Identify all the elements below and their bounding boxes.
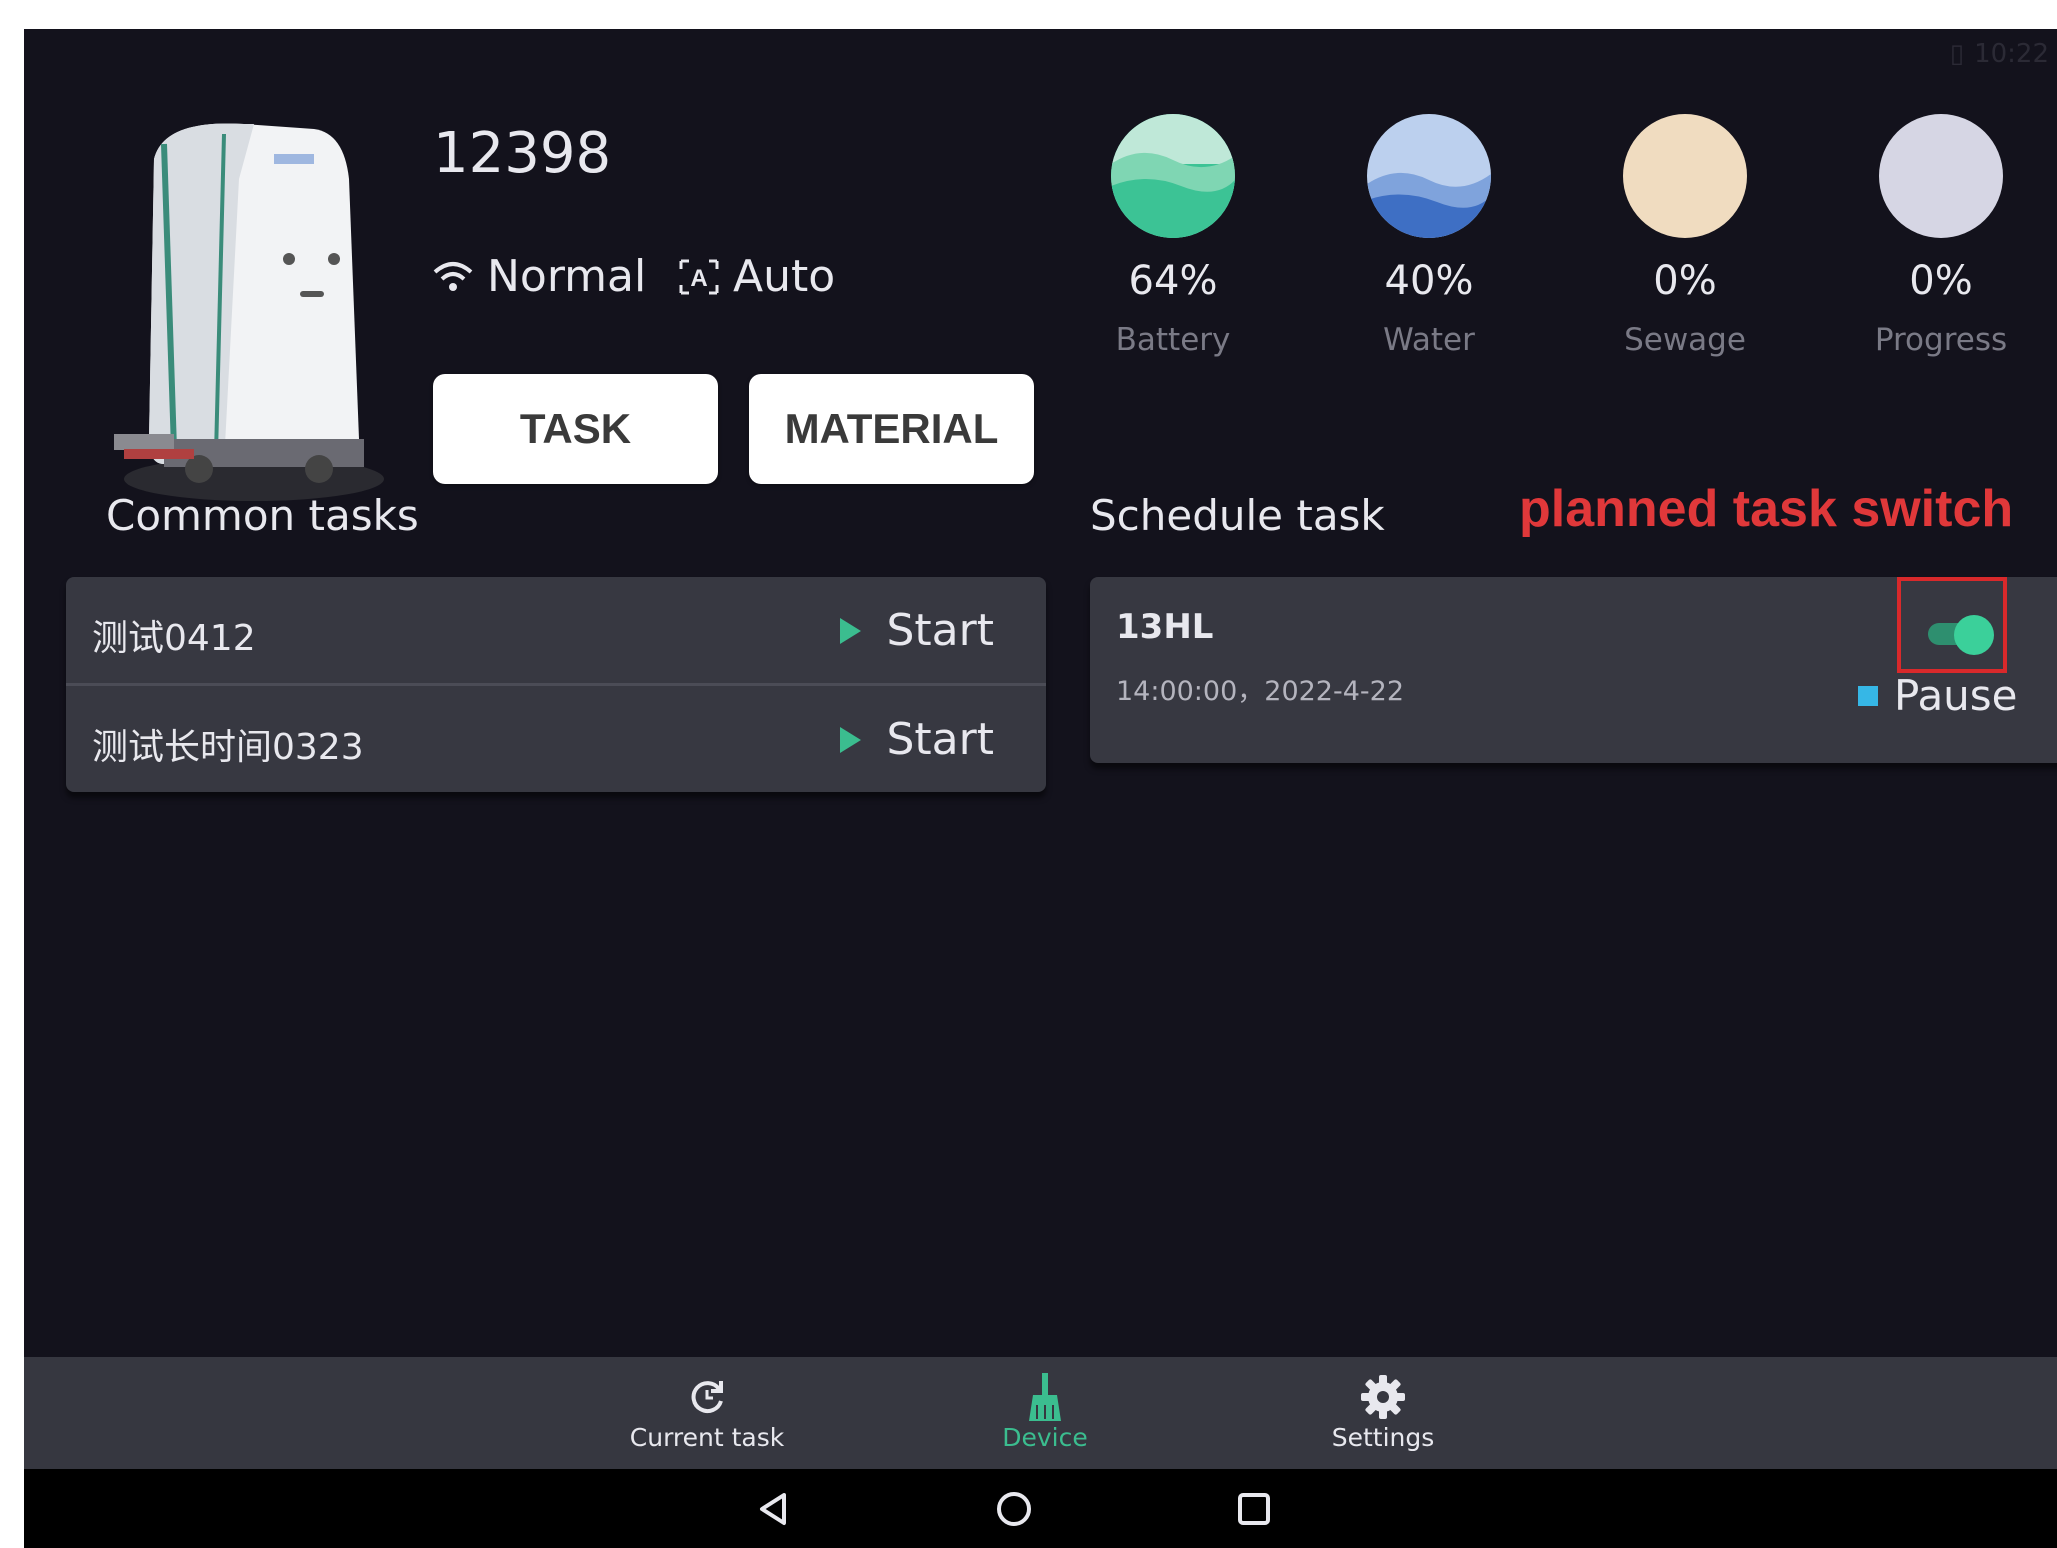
pause-button[interactable]: Pause <box>1858 671 2018 720</box>
status-bar: ▯ 10:22 <box>1950 39 2049 69</box>
battery-label: Battery <box>1115 322 1231 358</box>
connection-label: Normal <box>487 251 647 302</box>
progress-gauge: 0% Progress <box>1841 114 2041 358</box>
progress-label: Progress <box>1874 322 2008 358</box>
recents-icon[interactable] <box>1234 1489 1274 1529</box>
device-id: 12398 <box>433 121 612 186</box>
highlight-box <box>1897 577 2007 673</box>
refresh-icon <box>691 1381 723 1414</box>
stop-square-icon <box>1858 685 1878 706</box>
list-item[interactable]: 测试0412 Start <box>66 577 1046 686</box>
play-icon <box>839 726 861 753</box>
status-time: 10:22 <box>1974 39 2049 69</box>
task-name: 测试长时间0323 <box>92 727 364 768</box>
gear-icon <box>1361 1375 1405 1419</box>
planned-task-switch-annotation: planned task switch <box>1519 480 2014 538</box>
task-button[interactable]: TASK <box>433 374 718 484</box>
broom-icon <box>1029 1373 1061 1421</box>
mode-status: A Auto <box>677 251 835 302</box>
schedule-task-name: 13HL <box>1116 607 1214 647</box>
mode-label: Auto <box>733 251 836 302</box>
battery-ball <box>1111 114 1235 238</box>
app-screen: ▯ 10:22 12398 Normal A Auto TASK MATERIA… <box>24 29 2057 1548</box>
system-nav-bar <box>24 1469 2057 1548</box>
nav-current-task-label: Current task <box>629 1423 785 1452</box>
nav-settings-label: Settings <box>1331 1423 1435 1452</box>
start-label: Start <box>886 605 995 656</box>
water-gauge: 40% Water <box>1329 114 1529 358</box>
common-tasks-title: Common tasks <box>106 491 419 540</box>
water-ball <box>1367 114 1491 238</box>
water-value: 40% <box>1384 258 1474 304</box>
material-button[interactable]: MATERIAL <box>749 374 1034 484</box>
schedule-task-time: 14:00:00，2022-4-22 <box>1116 676 1404 707</box>
task-name: 测试0412 <box>92 618 256 659</box>
common-tasks-list: 测试0412 Start 测试长时间0323 Start <box>66 577 1046 792</box>
robot-image <box>114 123 384 501</box>
sewage-label: Sewage <box>1624 322 1746 358</box>
battery-gauge: 64% Battery <box>1073 114 1273 358</box>
nav-settings[interactable]: Settings <box>1283 1371 1483 1452</box>
schedule-task-title: Schedule task <box>1090 491 1385 540</box>
start-button[interactable]: Start <box>839 714 995 765</box>
play-icon <box>839 617 861 644</box>
battery-value: 64% <box>1128 258 1218 304</box>
battery-status-icon: ▯ <box>1949 39 1965 69</box>
start-button[interactable]: Start <box>839 605 995 656</box>
auto-mode-icon: A <box>679 259 719 294</box>
start-label: Start <box>886 714 995 765</box>
sewage-ball <box>1623 114 1747 238</box>
nav-device[interactable]: Device <box>945 1371 1145 1452</box>
nav-current-task[interactable]: Current task <box>607 1371 807 1452</box>
nav-device-label: Device <box>1002 1423 1088 1452</box>
list-item[interactable]: 测试长时间0323 Start <box>66 686 1046 792</box>
wifi-icon <box>433 261 473 291</box>
back-icon[interactable] <box>754 1489 794 1529</box>
connection-status: Normal <box>433 251 646 302</box>
bottom-nav: Current task Device Settings <box>24 1357 2057 1469</box>
svg-text:A: A <box>690 265 707 292</box>
progress-ball <box>1879 114 2003 238</box>
sewage-gauge: 0% Sewage <box>1585 114 1785 358</box>
water-label: Water <box>1383 322 1475 358</box>
progress-value: 0% <box>1909 258 1973 304</box>
home-icon[interactable] <box>994 1489 1034 1529</box>
sewage-value: 0% <box>1653 258 1717 304</box>
pause-label: Pause <box>1894 671 2018 720</box>
